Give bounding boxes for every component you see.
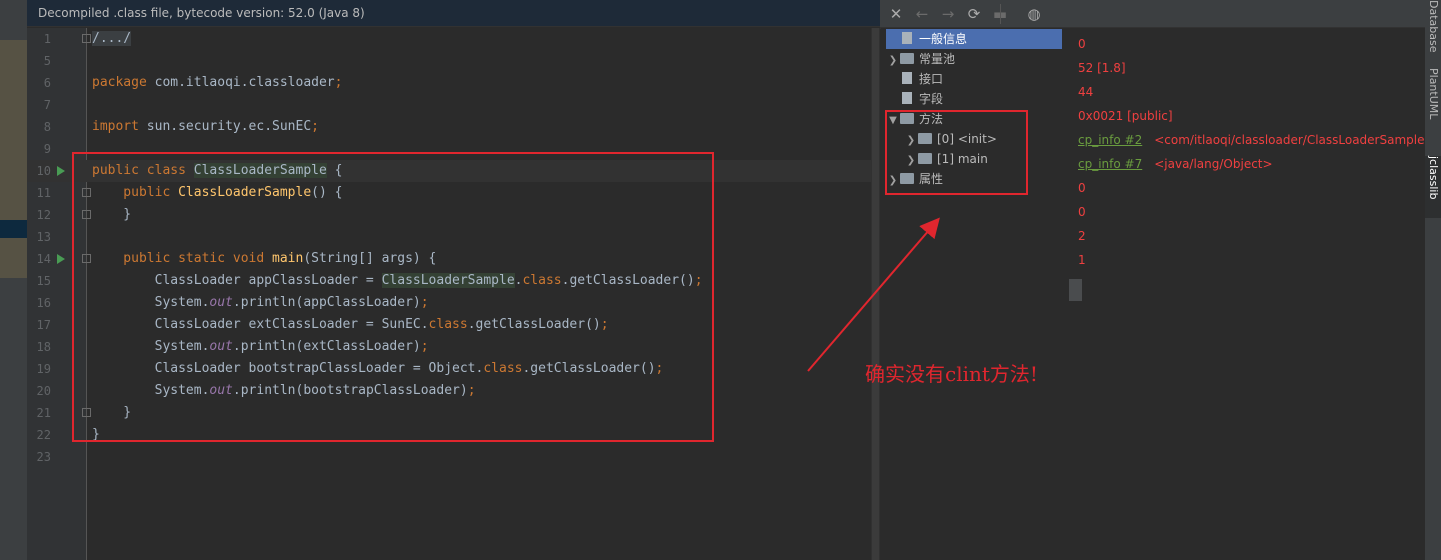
value-text: <java/lang/Object> — [1154, 157, 1273, 171]
code-token: import — [92, 119, 147, 134]
line-number: 18 — [36, 340, 51, 354]
info-value: cp_info #7 <java/lang/Object> — [1078, 152, 1273, 176]
info-value: 0x0021 [public] — [1078, 104, 1173, 128]
fold-marker-icon[interactable] — [82, 34, 91, 43]
forward-arrow-icon[interactable]: → — [938, 4, 958, 24]
value-text: 1 — [1078, 253, 1086, 267]
tab-plantuml[interactable]: PlantUML — [1425, 68, 1441, 140]
code-token: com.itlaoqi.classloader — [154, 75, 335, 90]
code-token: /.../ — [92, 31, 132, 46]
tree-node-label: 接口 — [919, 72, 944, 86]
value-text: 0 — [1078, 181, 1086, 195]
value-input-box[interactable] — [1069, 279, 1082, 301]
tree-node[interactable]: 字段 — [886, 89, 1062, 109]
info-value: 44 — [1078, 80, 1093, 104]
file-icon — [902, 32, 912, 44]
code-text: package com.itlaoqi.classloader; — [92, 72, 342, 94]
folder-icon — [900, 53, 914, 64]
value-text: 0x0021 [public] — [1078, 109, 1173, 123]
left-strip-panel — [0, 238, 27, 278]
file-icon — [902, 92, 912, 104]
line-number: 15 — [36, 274, 51, 288]
value-text: 44 — [1078, 85, 1094, 99]
info-value: 1 — [1078, 248, 1086, 272]
code-token: sun.security.ec.SunEC — [146, 119, 312, 134]
line-number: 19 — [36, 362, 51, 376]
line-number: 10 — [36, 164, 51, 178]
general-info-values: 0 52 [1.8] 44 0x0021 [public] cp_info #2 <com… — [1062, 29, 1435, 560]
code-token: ; — [311, 119, 319, 134]
close-icon[interactable]: ✕ — [886, 4, 906, 24]
value-text: <com/itlaoqi/classloader/ClassLoaderSamp… — [1154, 133, 1435, 147]
info-value: 52 [1.8] — [1078, 56, 1126, 80]
line-number: 13 — [36, 230, 51, 244]
line-number: 17 — [36, 318, 51, 332]
info-value: 0 — [1078, 32, 1086, 56]
run-gutter-icon[interactable] — [57, 166, 65, 176]
tree-node[interactable]: 接口 — [886, 69, 1062, 89]
refresh-icon[interactable]: ⟳ — [964, 4, 984, 24]
code-line[interactable]: 7 — [27, 94, 871, 116]
info-value: 0 — [1078, 176, 1086, 200]
code-text: /.../ — [92, 28, 132, 50]
line-number: 8 — [43, 120, 51, 134]
line-number: 9 — [43, 142, 51, 156]
file-icon — [902, 72, 912, 84]
class-structure-tree: 一般信息 ❯ 常量池 接口 字段 ▼ 方法 ❯ [0] <init> ❯ [1] main ❯ 属性 — [880, 29, 1062, 560]
browser-icon[interactable]: ◍ — [1024, 4, 1044, 24]
code-line[interactable]: 6 package com.itlaoqi.classloader; — [27, 72, 871, 94]
code-line[interactable]: 23 — [27, 446, 871, 468]
value-text: 2 — [1078, 229, 1086, 243]
line-number: 5 — [43, 54, 51, 68]
decompiled-banner: Decompiled .class file, bytecode version… — [27, 0, 880, 27]
line-number: 11 — [36, 186, 51, 200]
line-number: 12 — [36, 208, 51, 222]
tree-node-label: 字段 — [919, 92, 944, 106]
tree-node-label: 常量池 — [919, 52, 956, 66]
left-strip-selection — [0, 220, 27, 238]
editor-scrollbar-thumb[interactable] — [872, 28, 879, 560]
cp-info-link[interactable]: cp_info #2 — [1078, 133, 1142, 147]
line-number: 23 — [36, 450, 51, 464]
line-number: 7 — [43, 98, 51, 112]
run-gutter-icon[interactable] — [57, 254, 65, 264]
tree-node[interactable]: 一般信息 — [886, 29, 1062, 49]
line-number: 6 — [43, 76, 51, 90]
info-value: 0 — [1078, 200, 1086, 224]
value-text: 0 — [1078, 37, 1086, 51]
code-text: import sun.security.ec.SunEC; — [92, 116, 319, 138]
line-number: 21 — [36, 406, 51, 420]
highlight-box-methods — [885, 110, 1028, 195]
code-token: package — [92, 75, 155, 90]
line-number: 16 — [36, 296, 51, 310]
info-value: cp_info #2 <com/itlaoqi/classloader/Class… — [1078, 128, 1435, 152]
left-strip-panel — [0, 40, 27, 220]
line-number: 20 — [36, 384, 51, 398]
info-value: 2 — [1078, 224, 1086, 248]
value-text: 0 — [1078, 205, 1086, 219]
code-line[interactable]: 5 — [27, 50, 871, 72]
tree-node-label: 一般信息 — [919, 32, 968, 46]
tab-jclasslib[interactable]: jclasslib — [1425, 156, 1441, 218]
line-number: 1 — [43, 32, 51, 46]
right-tool-window-bar: Database PlantUML jclasslib — [1425, 0, 1441, 560]
chevron-right-icon[interactable]: ❯ — [886, 51, 900, 71]
annotation-text: 确实没有clint方法! — [865, 362, 1038, 386]
tab-database[interactable]: Database — [1425, 0, 1441, 53]
back-arrow-icon[interactable]: ← — [912, 4, 932, 24]
toolbar-separator — [1000, 4, 1001, 24]
line-number: 14 — [36, 252, 51, 266]
jclasslib-toolbar: ✕ ← → ⟳ ▬ ◍ — [880, 0, 1425, 28]
code-line[interactable]: 1 /.../ — [27, 28, 871, 50]
highlight-box-code — [72, 152, 714, 442]
line-number: 22 — [36, 428, 51, 442]
cp-info-link[interactable]: cp_info #7 — [1078, 157, 1142, 171]
code-line[interactable]: 8 import sun.security.ec.SunEC; — [27, 116, 871, 138]
code-token: ; — [334, 75, 343, 90]
value-text: 52 [1.8] — [1078, 61, 1126, 75]
tree-node[interactable]: ❯ 常量池 — [886, 49, 1062, 69]
